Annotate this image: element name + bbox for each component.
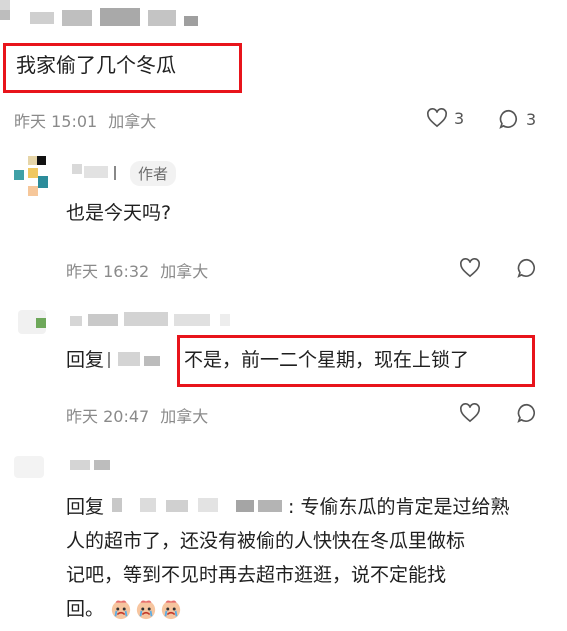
post-text: 我家偷了几个冬瓜 <box>16 53 176 77</box>
reply2-comment-button[interactable] <box>516 402 538 424</box>
post-comment-count: 3 <box>526 109 537 129</box>
reply1-meta: 昨天 16:32 加拿大 <box>66 258 208 282</box>
blurred-username <box>66 454 126 474</box>
blurred-username <box>70 306 240 330</box>
reply2-text: 不是，前一二个星期，现在上锁了 <box>184 349 470 371</box>
comment-icon <box>499 109 518 129</box>
blurred-username <box>66 162 126 182</box>
heart-icon <box>460 403 480 423</box>
crying-emoji-icon <box>110 598 182 620</box>
reply2-meta: 昨天 20:47 加拿大 <box>66 403 208 427</box>
post-like-button[interactable]: 3 <box>426 108 464 128</box>
post-time: 昨天 15:01 <box>14 112 98 131</box>
reply3-line2: 人的超市了，还没有被偷的人快快在冬瓜里做标 <box>66 530 466 552</box>
reply2-time: 昨天 20:47 <box>66 407 150 426</box>
reply1-comment-button[interactable] <box>516 257 538 279</box>
reply1-text: 也是今天吗? <box>66 202 172 224</box>
reply3-line3: 记吧，等到不见时再去超市逛逛，说不定能找 <box>66 564 447 586</box>
blurred-username-top <box>0 0 260 36</box>
reply3-line1: : 专偷东瓜的肯定是过给熟 <box>288 496 510 518</box>
blurred-reply-target <box>108 494 288 516</box>
reply3-line4-text: 回。 <box>66 598 105 620</box>
reply2-prefix: 回复 <box>66 349 105 371</box>
avatar[interactable] <box>18 306 50 338</box>
reply2-like-button[interactable] <box>459 403 481 423</box>
avatar[interactable] <box>14 156 50 200</box>
reply1-location: 加拿大 <box>160 262 209 281</box>
reply1-like-button[interactable] <box>459 258 481 278</box>
reply1-time: 昨天 16:32 <box>66 262 150 281</box>
reply2-location: 加拿大 <box>160 407 209 426</box>
reply3-line4: 回。 <box>66 592 182 626</box>
blurred-reply-target <box>104 348 174 370</box>
author-badge: 作者 <box>130 161 177 186</box>
post-location: 加拿大 <box>108 112 157 131</box>
post-meta: 昨天 15:01 加拿大 <box>14 108 156 132</box>
comment-icon <box>517 403 536 423</box>
heart-icon <box>460 258 480 278</box>
heart-icon <box>427 108 447 128</box>
avatar[interactable] <box>14 452 50 482</box>
post-comment-button[interactable]: 3 <box>498 108 536 130</box>
reply3-prefix: 回复 <box>66 496 105 518</box>
comment-icon <box>517 258 536 278</box>
post-like-count: 3 <box>454 108 465 128</box>
